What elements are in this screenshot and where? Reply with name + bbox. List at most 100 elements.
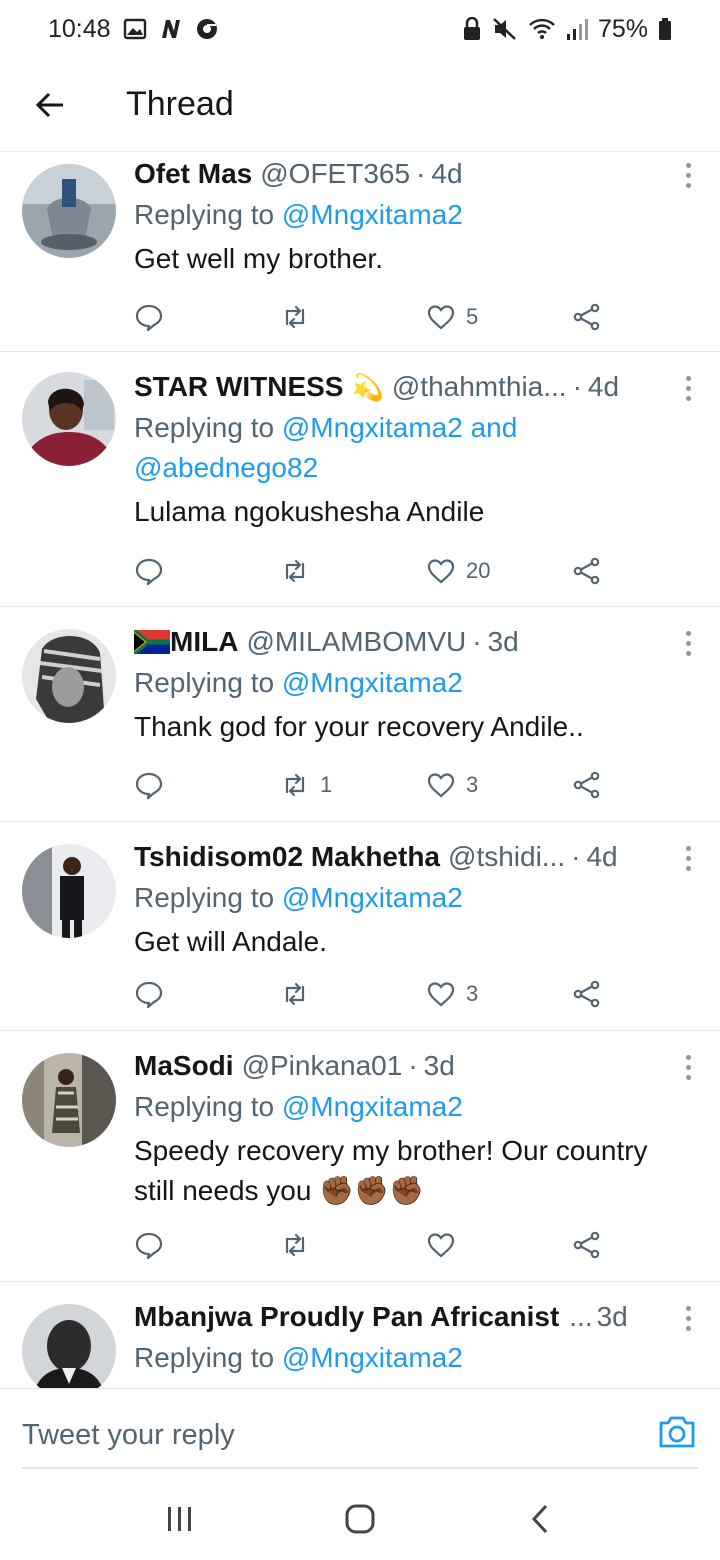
- share-button[interactable]: [572, 551, 602, 591]
- replying-label: Replying to: [134, 1342, 275, 1373]
- display-name[interactable]: STAR WITNESS: [134, 370, 343, 404]
- tweet-item[interactable]: Ofet Mas @OFET365 · 4d Replying to @Mngx…: [0, 153, 720, 352]
- tweet-header: Ofet Mas @OFET365 · 4d: [134, 157, 664, 191]
- tweet-item[interactable]: MaSodi @Pinkana01 · 3d Replying to @Mngx…: [0, 1031, 720, 1282]
- battery-icon: [658, 17, 672, 41]
- like-count: 5: [466, 304, 479, 329]
- mention-link[interactable]: @abednego82: [134, 452, 318, 483]
- back-button[interactable]: [20, 75, 80, 135]
- retweet-button[interactable]: [280, 974, 320, 1014]
- reply-button[interactable]: [134, 765, 164, 805]
- more-options-button[interactable]: [678, 1298, 698, 1338]
- mention-link[interactable]: @Mngxitama2: [282, 199, 463, 230]
- retweet-icon: [285, 982, 305, 1006]
- tweet-body: MILA @MILAMBOMVU · 3d Replying to @Mngxi…: [134, 625, 664, 747]
- tweet-item[interactable]: Mbanjwa Proudly Pan Africanist ... 3d Re…: [0, 1282, 720, 1388]
- handle[interactable]: @OFET365: [260, 157, 410, 191]
- reply-input[interactable]: Tweet your reply: [22, 1407, 622, 1463]
- app-header: Thread: [0, 58, 720, 152]
- display-name[interactable]: Ofet Mas: [134, 157, 252, 191]
- replying-label: Replying to: [134, 1091, 275, 1122]
- separator-dot: ·: [572, 371, 582, 402]
- reply-button[interactable]: [134, 297, 164, 337]
- reply-button[interactable]: [134, 1225, 164, 1265]
- handle[interactable]: @tshidi...: [448, 840, 565, 874]
- battery-level: 75%: [597, 14, 648, 43]
- camera-button[interactable]: [656, 1411, 698, 1453]
- more-options-button[interactable]: [678, 838, 698, 878]
- mention-link[interactable]: @Mngxitama2: [282, 882, 463, 913]
- tweet-body: Tshidisom02 Makhetha @tshidi... · 4d Rep…: [134, 840, 664, 962]
- retweet-icon: [285, 1233, 305, 1257]
- recent-apps-icon: [168, 1507, 191, 1531]
- tweet-item[interactable]: Tshidisom02 Makhetha @tshidi... · 4d Rep…: [0, 822, 720, 1031]
- page-title: Thread: [126, 85, 234, 123]
- home-button[interactable]: [330, 1494, 390, 1544]
- display-name[interactable]: MILA: [170, 625, 238, 659]
- system-back-button[interactable]: [510, 1494, 570, 1544]
- retweet-button[interactable]: [280, 551, 320, 591]
- like-button[interactable]: [426, 1225, 466, 1265]
- tweet-item[interactable]: STAR WITNESS 💫 @thahmthia... · 4d Replyi…: [0, 352, 720, 607]
- like-button[interactable]: 20: [426, 551, 490, 591]
- mention-link[interactable]: @Mngxitama2: [282, 1342, 463, 1373]
- reply-button[interactable]: [134, 974, 164, 1014]
- share-button[interactable]: [572, 1225, 602, 1265]
- avatar[interactable]: [22, 629, 116, 723]
- tweet-actions: 1 3: [134, 765, 614, 805]
- handle[interactable]: @MILAMBOMVU: [246, 625, 466, 659]
- share-button[interactable]: [572, 765, 602, 805]
- display-name[interactable]: Tshidisom02 Makhetha: [134, 840, 440, 874]
- mention-link[interactable]: @Mngxitama2: [282, 1091, 463, 1122]
- share-button[interactable]: [572, 974, 602, 1014]
- retweet-icon: [285, 773, 305, 797]
- tweet-text-line: Speedy recovery my brother! Our country: [134, 1135, 648, 1166]
- tweet-header: MaSodi @Pinkana01 · 3d: [134, 1049, 664, 1083]
- recent-apps-button[interactable]: [150, 1494, 210, 1544]
- avatar[interactable]: [22, 372, 116, 466]
- avatar[interactable]: [22, 1053, 116, 1147]
- retweet-button[interactable]: 1: [280, 765, 332, 805]
- mention-link[interactable]: @Mngxitama2: [282, 667, 463, 698]
- like-button[interactable]: 3: [426, 974, 478, 1014]
- retweet-icon: [285, 305, 305, 329]
- retweet-button[interactable]: [280, 297, 320, 337]
- replying-label: Replying to: [134, 882, 275, 913]
- avatar[interactable]: [22, 1304, 116, 1388]
- heart-icon: [427, 773, 455, 798]
- display-name[interactable]: MaSodi: [134, 1049, 234, 1083]
- share-button[interactable]: [572, 297, 602, 337]
- like-button[interactable]: 5: [426, 297, 478, 337]
- mention-link[interactable]: @Mngxitama2: [282, 412, 463, 443]
- separator-dot: ·: [416, 158, 426, 189]
- tweet-text: Thank god for your recovery Andile..: [134, 711, 584, 742]
- tweet-body: Mbanjwa Proudly Pan Africanist ... 3d Re…: [134, 1300, 664, 1378]
- separator-dot: ·: [571, 841, 581, 872]
- handle[interactable]: @Pinkana01: [242, 1049, 403, 1083]
- display-name[interactable]: Mbanjwa Proudly Pan Africanist: [134, 1300, 559, 1334]
- tweet-item[interactable]: MILA @MILAMBOMVU · 3d Replying to @Mngxi…: [0, 607, 720, 822]
- like-button[interactable]: 3: [426, 765, 478, 805]
- south-africa-flag-icon: [134, 630, 170, 654]
- reply-button[interactable]: [134, 551, 164, 591]
- tweet-text: Lulama ngokushesha Andile: [134, 496, 485, 527]
- handle[interactable]: ...: [569, 1300, 592, 1334]
- tweet-text: Get well my brother.: [134, 243, 383, 274]
- more-options-button[interactable]: [678, 623, 698, 663]
- thread-list[interactable]: Ofet Mas @OFET365 · 4d Replying to @Mngx…: [0, 153, 720, 1388]
- replying-label: Replying to: [134, 667, 275, 698]
- tweet-text-line: still needs you: [134, 1175, 312, 1206]
- avatar[interactable]: [22, 844, 116, 938]
- more-options-button[interactable]: [678, 368, 698, 408]
- retweet-button[interactable]: [280, 1225, 320, 1265]
- tweet-actions: 5: [134, 297, 614, 337]
- more-options-button[interactable]: [678, 155, 698, 195]
- share-icon: [573, 980, 600, 1008]
- replying-label: Replying to: [134, 412, 275, 443]
- tweet-time: 4d: [586, 841, 618, 872]
- tweet-body: Ofet Mas @OFET365 · 4d Replying to @Mngx…: [134, 157, 664, 279]
- avatar[interactable]: [22, 164, 116, 258]
- handle[interactable]: @thahmthia...: [392, 370, 567, 404]
- more-options-button[interactable]: [678, 1047, 698, 1087]
- separator-dot: ·: [472, 626, 482, 657]
